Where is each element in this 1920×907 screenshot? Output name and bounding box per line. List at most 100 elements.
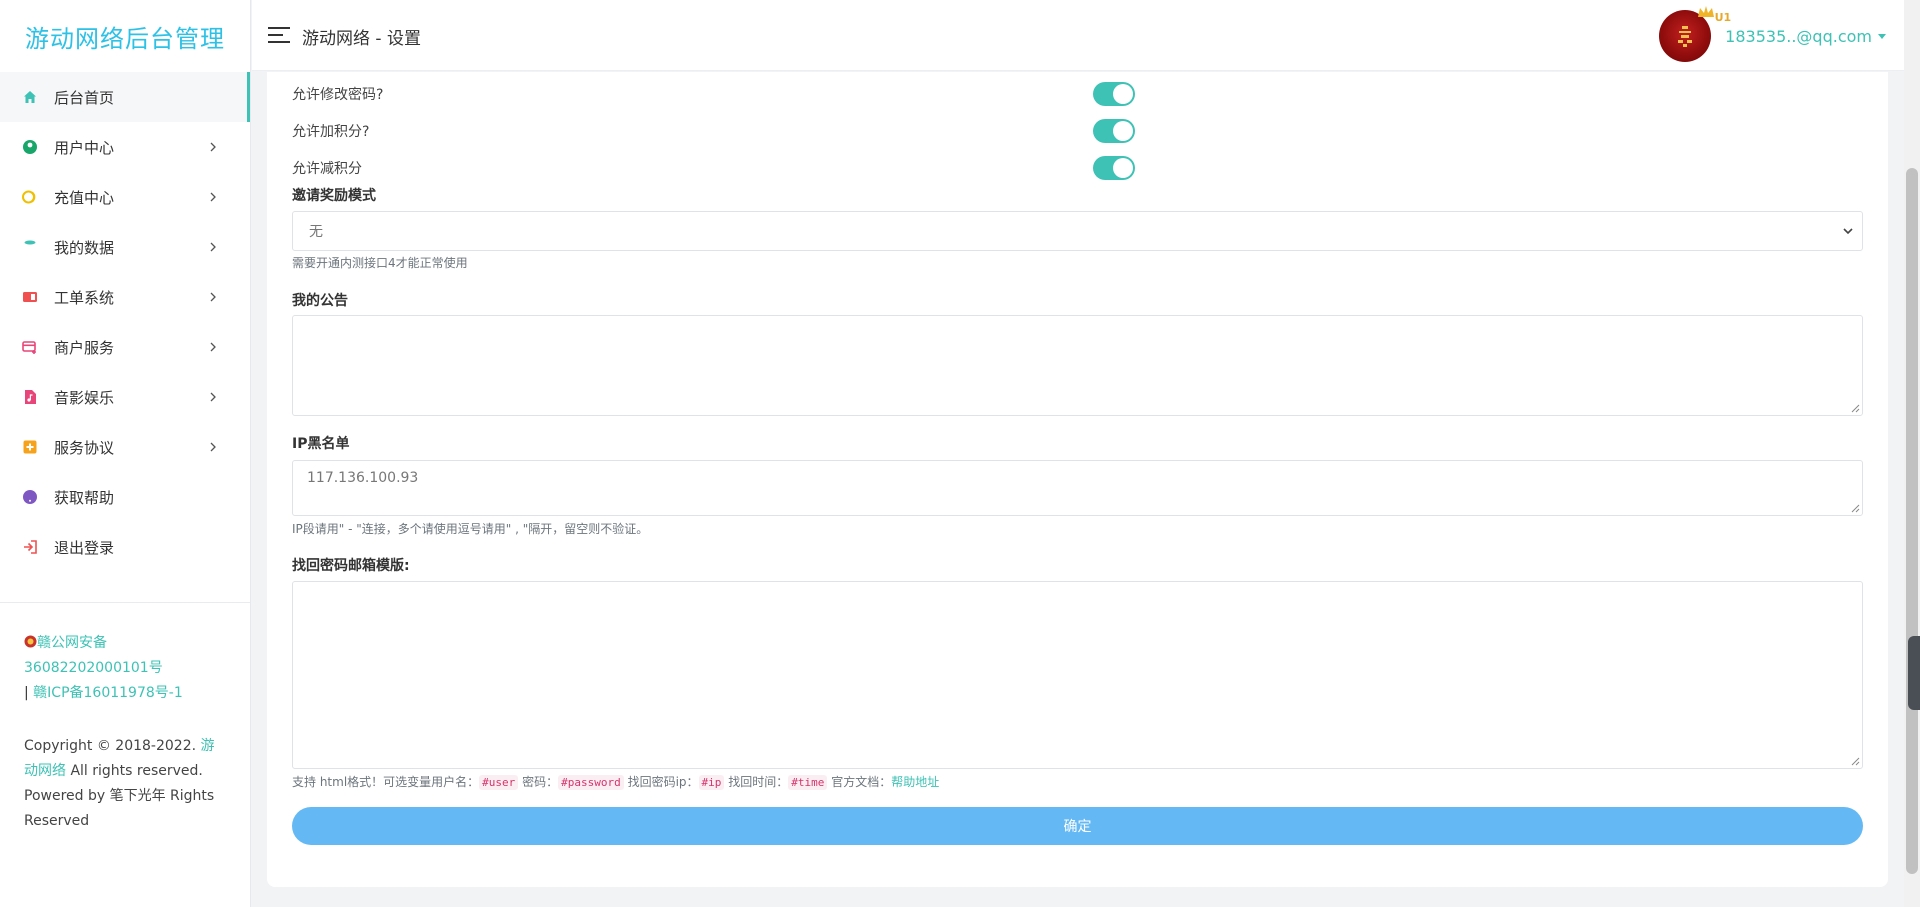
resize-handle-icon[interactable] <box>1851 757 1860 766</box>
user-icon <box>22 139 38 155</box>
ip-blacklist-label: IP黑名单 <box>292 436 350 452</box>
email-template-help: 支持 html格式！可选变量用户名： #user 密码： #password 找回密… <box>292 773 939 790</box>
record-info: 赣公网安备 36082202000101号 | 赣ICP备16011978号-1 <box>0 603 250 706</box>
scrollbar-thumb[interactable] <box>1906 168 1918 874</box>
music-icon <box>22 389 38 405</box>
sidebar-item-label: 音影娱乐 <box>54 388 115 407</box>
sidebar-item-help[interactable]: 获取帮助 <box>0 472 250 522</box>
var-ip-code: #ip <box>698 775 725 790</box>
sidebar-item-coin[interactable]: 充值中心 <box>0 172 250 222</box>
card-icon <box>22 339 38 355</box>
copyright: Copyright © 2018-2022. 游动网络 All rights r… <box>0 706 250 834</box>
chevron-down-icon <box>1843 228 1853 235</box>
sidebar-item-logout[interactable]: 退出登录 <box>0 522 250 572</box>
email-template-label: 找回密码邮箱模版: <box>292 558 410 574</box>
settings-card: 允许修改密码? 允许加积分? 允许减积分 邀请奖励模式 无 需要开通内测接口4才… <box>267 72 1888 887</box>
page-scrollbar[interactable] <box>1904 0 1920 907</box>
var-time-code: #time <box>788 775 828 790</box>
sidebar: 游动网络后台管理 后台首页用户中心充值中心我的数据工单系统商户服务音影娱乐服务协… <box>0 0 251 907</box>
home-icon <box>22 89 38 105</box>
toggle-label: 允许加积分? <box>292 124 370 140</box>
help-text: 支持 html格式！可选变量用户名： <box>292 775 480 789</box>
toggle-row-reduce-points: 允许减积分 <box>292 156 1152 180</box>
help-text: 找回时间： <box>728 775 789 789</box>
resize-handle-icon[interactable] <box>1851 504 1860 513</box>
copyright-prefix: Copyright © 2018-2022. <box>24 738 197 754</box>
invite-mode-help: 需要开通内测接口4才能正常使用 <box>292 256 468 270</box>
chevron-right-icon <box>208 442 218 452</box>
sidebar-item-label: 获取帮助 <box>54 488 115 507</box>
notice-label: 我的公告 <box>292 293 348 309</box>
floating-side-widget[interactable] <box>1908 636 1920 710</box>
coin-icon <box>22 189 38 205</box>
help-address-link[interactable]: 帮助地址 <box>891 775 939 789</box>
avatar[interactable]: U1 <box>1659 6 1731 62</box>
vip-badge: U1 <box>1714 11 1732 24</box>
sidebar-item-home[interactable]: 后台首页 <box>0 72 250 122</box>
var-password-code: #password <box>558 775 624 790</box>
sidebar-item-card[interactable]: 商户服务 <box>0 322 250 372</box>
ip-blacklist-help: IP段请用" - "连接，多个请使用逗号请用" , "隔开，留空则不验证。 <box>292 522 649 536</box>
chevron-right-icon <box>208 242 218 252</box>
police-record[interactable]: 赣公网安备 36082202000101号 <box>24 631 226 681</box>
sidebar-item-label: 后台首页 <box>54 88 115 107</box>
invite-mode-label: 邀请奖励模式 <box>292 188 376 204</box>
record-separator: | <box>24 685 29 701</box>
plus-square-icon <box>22 439 38 455</box>
invite-mode-value: 无 <box>309 224 323 240</box>
sidebar-item-ticket[interactable]: 工单系统 <box>0 272 250 322</box>
ticket-icon <box>22 289 38 305</box>
database-icon <box>22 239 38 255</box>
sidebar-nav: 后台首页用户中心充值中心我的数据工单系统商户服务音影娱乐服务协议获取帮助退出登录 <box>0 72 250 572</box>
user-email[interactable]: 183535..@qq.com <box>1725 27 1872 46</box>
sidebar-item-label: 我的数据 <box>54 238 115 257</box>
invite-mode-select[interactable]: 无 <box>292 211 1863 251</box>
sidebar-item-label: 工单系统 <box>54 288 115 307</box>
user-menu[interactable]: U1 183535..@qq.com <box>1659 6 1886 64</box>
ip-blacklist-textarea[interactable]: 117.136.100.93 <box>292 460 1863 516</box>
sidebar-item-label: 充值中心 <box>54 188 115 207</box>
help-text: 官方文档： <box>831 775 892 789</box>
crown-icon <box>1698 6 1715 17</box>
chevron-right-icon <box>208 342 218 352</box>
sidebar-item-label: 用户中心 <box>54 138 115 157</box>
icp-record[interactable]: 赣ICP备16011978号-1 <box>33 685 183 701</box>
sidebar-item-database[interactable]: 我的数据 <box>0 222 250 272</box>
help-text: 找回密码ip： <box>627 775 699 789</box>
allow-add-points-switch[interactable] <box>1093 119 1135 143</box>
sidebar-item-label: 商户服务 <box>54 338 115 357</box>
toggle-row-change-password: 允许修改密码? <box>292 82 1152 106</box>
help-text: 密码： <box>522 775 559 789</box>
police-record-text: 赣公网安备 36082202000101号 <box>24 635 163 676</box>
submit-button[interactable]: 确定 <box>292 807 1863 845</box>
allow-reduce-points-switch[interactable] <box>1093 156 1135 180</box>
help-icon <box>22 489 38 505</box>
toggle-label: 允许减积分 <box>292 161 362 177</box>
sidebar-item-user[interactable]: 用户中心 <box>0 122 250 172</box>
chevron-down-icon[interactable] <box>1878 33 1886 39</box>
chevron-right-icon <box>208 292 218 302</box>
allow-change-password-switch[interactable] <box>1093 82 1135 106</box>
brand-title[interactable]: 游动网络后台管理 <box>0 0 250 72</box>
powered-by: Powered by 笔下光年 Rights Reserved <box>24 788 215 829</box>
chevron-right-icon <box>208 192 218 202</box>
police-badge-icon <box>24 635 37 648</box>
sidebar-item-music[interactable]: 音影娱乐 <box>0 372 250 422</box>
var-user-code: #user <box>479 775 519 790</box>
email-template-textarea[interactable] <box>292 581 1863 769</box>
sidebar-item-label: 服务协议 <box>54 438 115 457</box>
logout-icon <box>22 539 38 555</box>
ip-blacklist-value: 117.136.100.93 <box>307 470 419 486</box>
toggle-row-add-points: 允许加积分? <box>292 119 1152 143</box>
notice-textarea[interactable] <box>292 315 1863 416</box>
menu-toggle-icon[interactable] <box>268 26 290 44</box>
toggle-label: 允许修改密码? <box>292 87 384 103</box>
top-header: 游动网络 - 设置 U1 183535..@qq.com <box>252 0 1904 71</box>
chevron-right-icon <box>208 142 218 152</box>
resize-handle-icon[interactable] <box>1851 404 1860 413</box>
avatar-pattern-icon <box>1678 26 1693 47</box>
page-title: 游动网络 - 设置 <box>302 29 421 49</box>
chevron-right-icon <box>208 392 218 402</box>
sidebar-item-plus-square[interactable]: 服务协议 <box>0 422 250 472</box>
sidebar-item-label: 退出登录 <box>54 538 115 557</box>
